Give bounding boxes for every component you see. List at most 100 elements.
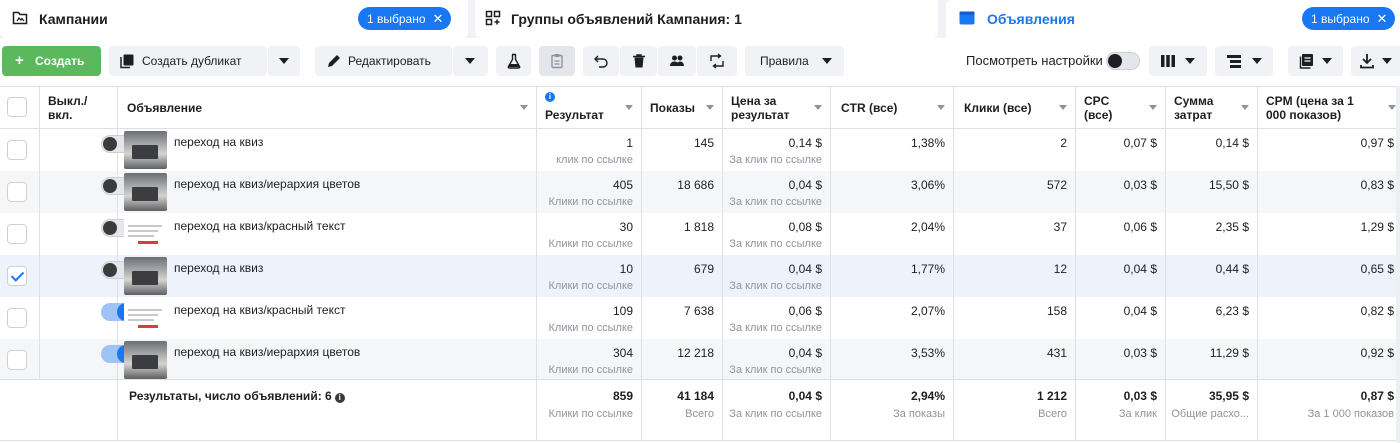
chevron-down-icon (279, 58, 289, 64)
row-result-cell: 30 Клики по ссылке (537, 213, 642, 255)
cell-subvalue: За клик по ссылке (729, 196, 822, 208)
cell-value: 0,82 $ (1360, 304, 1394, 318)
export-button[interactable] (1351, 46, 1400, 76)
cell-value: 158 (1046, 304, 1067, 318)
close-icon[interactable]: ✕ (433, 7, 444, 30)
cell-value: 0,03 $ (1123, 178, 1157, 192)
info-icon[interactable]: i (545, 92, 555, 102)
create-button[interactable]: + Создать (2, 46, 101, 76)
row-cpr-cell: 0,08 $ За клик по ссылке (723, 213, 831, 255)
table-row[interactable]: переход на квиз/иерархия цветов 304 Клики … (0, 339, 1400, 381)
rules-button[interactable]: Правила (745, 46, 844, 76)
cell-subvalue: За клик по ссылке (729, 364, 822, 376)
row-toggle-cell (40, 213, 135, 255)
download-icon (1360, 54, 1374, 69)
totals-impressions: 41 184 Всего (642, 380, 723, 440)
ad-thumbnail[interactable] (124, 173, 167, 211)
column-header-impressions[interactable]: Показы (642, 87, 723, 129)
column-header-cpm[interactable]: CPM (цена за 1 000 показов) (1258, 87, 1396, 129)
ad-thumbnail[interactable] (124, 131, 167, 169)
column-header-cost-per-result[interactable]: Цена за результат (723, 87, 831, 129)
totals-subvalue: Всего (1038, 408, 1067, 420)
breakdown-button[interactable] (1215, 46, 1273, 76)
row-cpr-cell: 0,04 $ За клик по ссылке (723, 339, 831, 381)
ab-test-button[interactable] (496, 46, 531, 76)
cell-value: 18 686 (677, 178, 714, 192)
row-cpm-cell: 0,83 $ (1258, 171, 1396, 213)
selection-badge[interactable]: 1 выбрано ✕ (358, 7, 452, 30)
ad-name-link[interactable]: переход на квиз/иерархия цветов (174, 177, 360, 191)
row-checkbox[interactable] (7, 266, 27, 286)
ad-name-link[interactable]: переход на квиз/красный текст (174, 219, 345, 233)
totals-result: 859 Клики по ссылке (537, 380, 642, 440)
table-row[interactable]: переход на квиз 1 клик по ссылке 145 0,14 $ З… (0, 129, 1400, 171)
delete-button[interactable] (620, 46, 657, 76)
ad-name-link[interactable]: переход на квиз/иерархия цветов (174, 345, 360, 359)
header-select-all (0, 87, 40, 129)
cell-value: 0,04 $ (1123, 304, 1157, 318)
cell-value: 1,77% (910, 262, 945, 276)
row-checkbox[interactable] (7, 224, 27, 244)
view-settings-toggle[interactable] (1106, 52, 1140, 70)
row-checkbox[interactable] (7, 182, 27, 202)
tab-title: Объявления (987, 11, 1075, 27)
selection-badge[interactable]: 1 выбрано ✕ (1302, 7, 1396, 30)
edit-dropdown-button[interactable] (453, 46, 488, 76)
duplicate-button[interactable]: Создать дубликат (109, 46, 267, 76)
column-header-ad[interactable]: Объявление (118, 87, 537, 129)
column-header-result[interactable]: i Результат (537, 87, 642, 129)
vertical-scrollbar[interactable] (1396, 86, 1400, 443)
row-ctr-cell: 1,38% (831, 129, 954, 171)
ad-thumbnail[interactable] (124, 257, 167, 295)
tab-ads[interactable]: Объявления 1 выбрано ✕ (946, 0, 1400, 38)
column-header-clicks[interactable]: Клики (все) (954, 87, 1076, 129)
row-checkbox[interactable] (7, 140, 27, 160)
cell-subvalue: Клики по ссылке (548, 364, 634, 376)
table-row[interactable]: переход на квиз/красный текст 109 Клики по… (0, 297, 1400, 339)
clipboard-button[interactable] (539, 46, 575, 76)
undo-button[interactable] (583, 46, 619, 76)
copy-icon (120, 54, 134, 69)
ad-name-link[interactable]: переход на квиз (174, 135, 263, 149)
totals-value: 0,04 $ (788, 389, 822, 403)
info-icon[interactable]: i (334, 393, 345, 403)
duplicate-dropdown-button[interactable] (268, 46, 300, 76)
ad-thumbnail[interactable] (124, 299, 167, 337)
table-row[interactable]: переход на квиз/красный текст 30 Клики по … (0, 213, 1400, 255)
ad-name-link[interactable]: переход на квиз/красный текст (174, 303, 345, 317)
select-all-checkbox[interactable] (7, 97, 27, 117)
edit-button[interactable]: Редактировать (315, 46, 452, 76)
column-header-toggle[interactable]: Выкл./ вкл. (40, 87, 118, 129)
columns-button[interactable] (1149, 46, 1207, 76)
cell-value: 304 (612, 346, 633, 360)
tab-campaigns[interactable]: Кампании 1 выбрано ✕ (0, 0, 468, 38)
tab-ad-sets[interactable]: Группы объявлений Кампания: 1 (475, 0, 938, 38)
column-header-ctr[interactable]: CTR (все) (831, 87, 954, 129)
plus-icon: + (15, 52, 24, 69)
ad-name-link[interactable]: переход на квиз (174, 261, 263, 275)
column-header-cpc[interactable]: CPC (все) (1076, 87, 1166, 129)
table-header: Выкл./ вкл. Объявление i Результат Показ… (0, 86, 1400, 129)
audience-button[interactable] (658, 46, 696, 76)
close-icon[interactable]: ✕ (1377, 7, 1388, 30)
cell-subvalue: За клик по ссылке (729, 280, 822, 292)
column-header-spend[interactable]: Сумма затрат (1166, 87, 1258, 129)
row-checkbox[interactable] (7, 308, 27, 328)
row-spend-cell: 0,14 $ (1166, 129, 1258, 171)
cell-value: 0,83 $ (1360, 178, 1394, 192)
table-row[interactable]: переход на квиз/иерархия цветов 405 Клики … (0, 171, 1400, 213)
cell-subvalue: Клики по ссылке (548, 280, 634, 292)
ad-thumbnail[interactable] (124, 341, 167, 379)
toggle-knob (103, 137, 117, 151)
table-row[interactable]: переход на квиз 10 Клики по ссылке 679 0,04 … (0, 255, 1400, 297)
row-impressions-cell: 679 (642, 255, 723, 297)
sort-caret-icon (1241, 105, 1249, 110)
ad-thumbnail[interactable] (124, 215, 167, 253)
share-button[interactable] (697, 46, 737, 76)
reports-button[interactable] (1288, 46, 1343, 76)
toolbar: + Создать Создать дубликат Редактировать (0, 38, 1400, 86)
row-spend-cell: 0,44 $ (1166, 255, 1258, 297)
cell-value: 0,03 $ (1123, 346, 1157, 360)
row-clicks-cell: 572 (954, 171, 1076, 213)
row-checkbox[interactable] (7, 350, 27, 370)
